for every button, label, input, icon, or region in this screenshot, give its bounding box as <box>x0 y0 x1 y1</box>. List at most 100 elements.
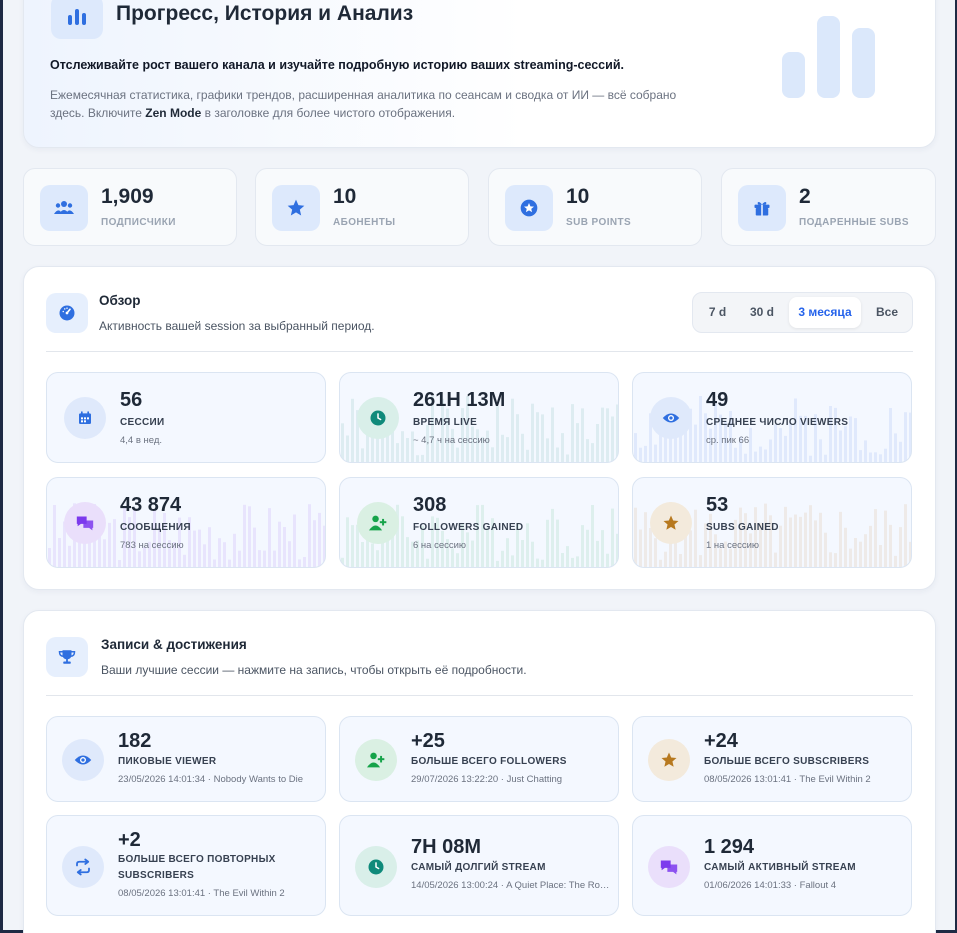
spark-bar <box>889 524 892 567</box>
bar-chart-icon <box>51 0 103 39</box>
spark-bar <box>659 559 662 567</box>
tile-label: FOLLOWERS GAINED <box>413 522 524 533</box>
record-most-followers[interactable]: +25 БОЛЬШЕ ВСЕГО FOLLOWERS 29/07/2026 13… <box>339 716 619 802</box>
range-selector: 7 d 30 d 3 месяца Все <box>692 292 913 333</box>
spark-bar <box>884 448 887 462</box>
spark-bar <box>298 559 301 567</box>
overview-tile-messages[interactable]: 43 874 СООБЩЕНИЯ 783 на сессию <box>46 477 326 568</box>
spark-bar <box>421 454 424 462</box>
spark-bar <box>371 543 374 567</box>
spark-bar <box>904 504 907 567</box>
spark-bar <box>53 505 56 567</box>
spark-bar <box>889 408 892 462</box>
spark-bar <box>511 555 514 567</box>
spark-bar <box>551 508 554 567</box>
spark-bar <box>894 555 897 567</box>
spark-bar <box>58 538 61 567</box>
spark-bar <box>416 455 419 462</box>
spark-bar <box>679 434 682 462</box>
spark-bar <box>323 525 325 567</box>
spark-bar <box>203 544 206 567</box>
spark-bar <box>764 503 767 567</box>
tile-sub: 4,4 в нед. <box>120 435 163 446</box>
range-7d-button[interactable]: 7 d <box>699 297 736 328</box>
spark-bar <box>834 407 837 462</box>
spark-bar <box>809 505 812 567</box>
spark-bar <box>749 427 752 462</box>
user-plus-icon <box>357 502 399 544</box>
spark-bar <box>526 449 529 462</box>
record-most-active-stream[interactable]: 1 294 САМЫЙ АКТИВНЫЙ STREAM 01/06/2026 1… <box>632 815 912 916</box>
spark-bar <box>894 433 897 462</box>
spark-bar <box>426 558 429 567</box>
spark-bar <box>849 416 852 462</box>
record-value: 7H 08M <box>411 836 482 858</box>
users-icon <box>40 185 88 231</box>
chat-icon <box>648 846 690 888</box>
spark-bar <box>198 529 201 567</box>
record-longest-stream[interactable]: 7H 08M САМЫЙ ДОЛГИЙ STREAM 14/05/2026 13… <box>339 815 619 916</box>
spark-bar <box>794 514 797 567</box>
spark-bar <box>804 512 807 567</box>
spark-bar <box>784 435 787 462</box>
tile-sub: ср. пик 66 <box>706 435 750 446</box>
spark-bar <box>263 550 266 567</box>
spark-bar <box>824 532 827 567</box>
overview-tile-avg-viewers[interactable]: 49 СРЕДНЕЕ ЧИСЛО VIEWERS ср. пик 66 <box>632 372 912 463</box>
spark-bar <box>243 504 246 567</box>
spark-bar <box>644 512 647 567</box>
spark-bar <box>779 525 782 567</box>
spark-bar <box>744 453 747 462</box>
spark-bar <box>844 426 847 462</box>
spark-bar <box>819 512 822 567</box>
spark-bar <box>799 516 802 567</box>
spark-bar <box>864 440 867 462</box>
range-30d-button[interactable]: 30 d <box>741 297 783 328</box>
spark-bar <box>654 538 657 567</box>
spark-bar <box>794 398 797 462</box>
tile-value: 53 <box>706 494 729 516</box>
spark-bar <box>719 548 722 567</box>
overview-tile-sessions[interactable]: 56 СЕССИИ 4,4 в нед. <box>46 372 326 463</box>
spark-bar <box>341 557 344 567</box>
record-most-resubs[interactable]: +2 БОЛЬШЕ ВСЕГО ПОВТОРНЫХ SUBSCRIBERS 08… <box>46 815 326 916</box>
record-most-subscribers[interactable]: +24 БОЛЬШЕ ВСЕГО SUBSCRIBERS 08/05/2026 … <box>632 716 912 802</box>
overview-tile-followers-gained[interactable]: 308 FOLLOWERS GAINED 6 на сессию <box>339 477 619 568</box>
overview-tile-live-time[interactable]: 261H 13M ВРЕМЯ LIVE ~ 4,7 ч на сессию <box>339 372 619 463</box>
spark-bar <box>521 540 524 567</box>
spark-bar <box>233 533 236 567</box>
spark-bar <box>223 542 226 567</box>
tile-sub: 1 на сессию <box>706 540 760 551</box>
star-icon <box>272 185 320 231</box>
spark-bar <box>839 511 842 567</box>
spark-bar <box>48 548 51 567</box>
record-label: САМЫЙ ДОЛГИЙ STREAM <box>411 862 546 873</box>
record-label: БОЛЬШЕ ВСЕГО SUBSCRIBERS <box>704 756 870 767</box>
spark-bar <box>634 507 637 567</box>
spark-bar <box>879 545 882 567</box>
spark-bar <box>639 447 642 462</box>
stat-label: SUB POINTS <box>566 217 632 228</box>
spark-bar <box>829 552 832 567</box>
spark-bar <box>689 530 692 567</box>
record-label: БОЛЬШЕ ВСЕГО ПОВТОРНЫХ SUBSCRIBERS <box>118 854 276 881</box>
spark-bar <box>511 398 514 462</box>
overview-tile-subs-gained[interactable]: 53 SUBS GAINED 1 на сессию <box>632 477 912 568</box>
spark-bar <box>531 541 534 567</box>
spark-bar <box>909 412 911 462</box>
spark-bar <box>556 447 559 462</box>
record-peak-viewers[interactable]: 182 ПИКОВЫЕ VIEWER 23/05/2026 14:01:34 ·… <box>46 716 326 802</box>
spark-bar <box>664 551 667 567</box>
spark-bar <box>779 428 782 462</box>
spark-bar <box>541 559 544 567</box>
stat-card-gifted-subs: 2 ПОДАРЕННЫЕ SUBS <box>721 168 936 246</box>
stat-label: АБОНЕНТЫ <box>333 217 396 228</box>
spark-bar <box>138 551 141 567</box>
record-sub: 23/05/2026 14:01:34 · Nobody Wants to Di… <box>118 774 304 785</box>
range-all-button[interactable]: Все <box>866 297 908 328</box>
spark-bar <box>849 548 852 567</box>
range-3months-button[interactable]: 3 месяца <box>789 297 861 328</box>
tile-sub: 6 на сессию <box>413 540 467 551</box>
record-sub: 08/05/2026 13:01:41 · The Evil Within 2 <box>118 888 285 899</box>
spark-bar <box>536 558 539 567</box>
